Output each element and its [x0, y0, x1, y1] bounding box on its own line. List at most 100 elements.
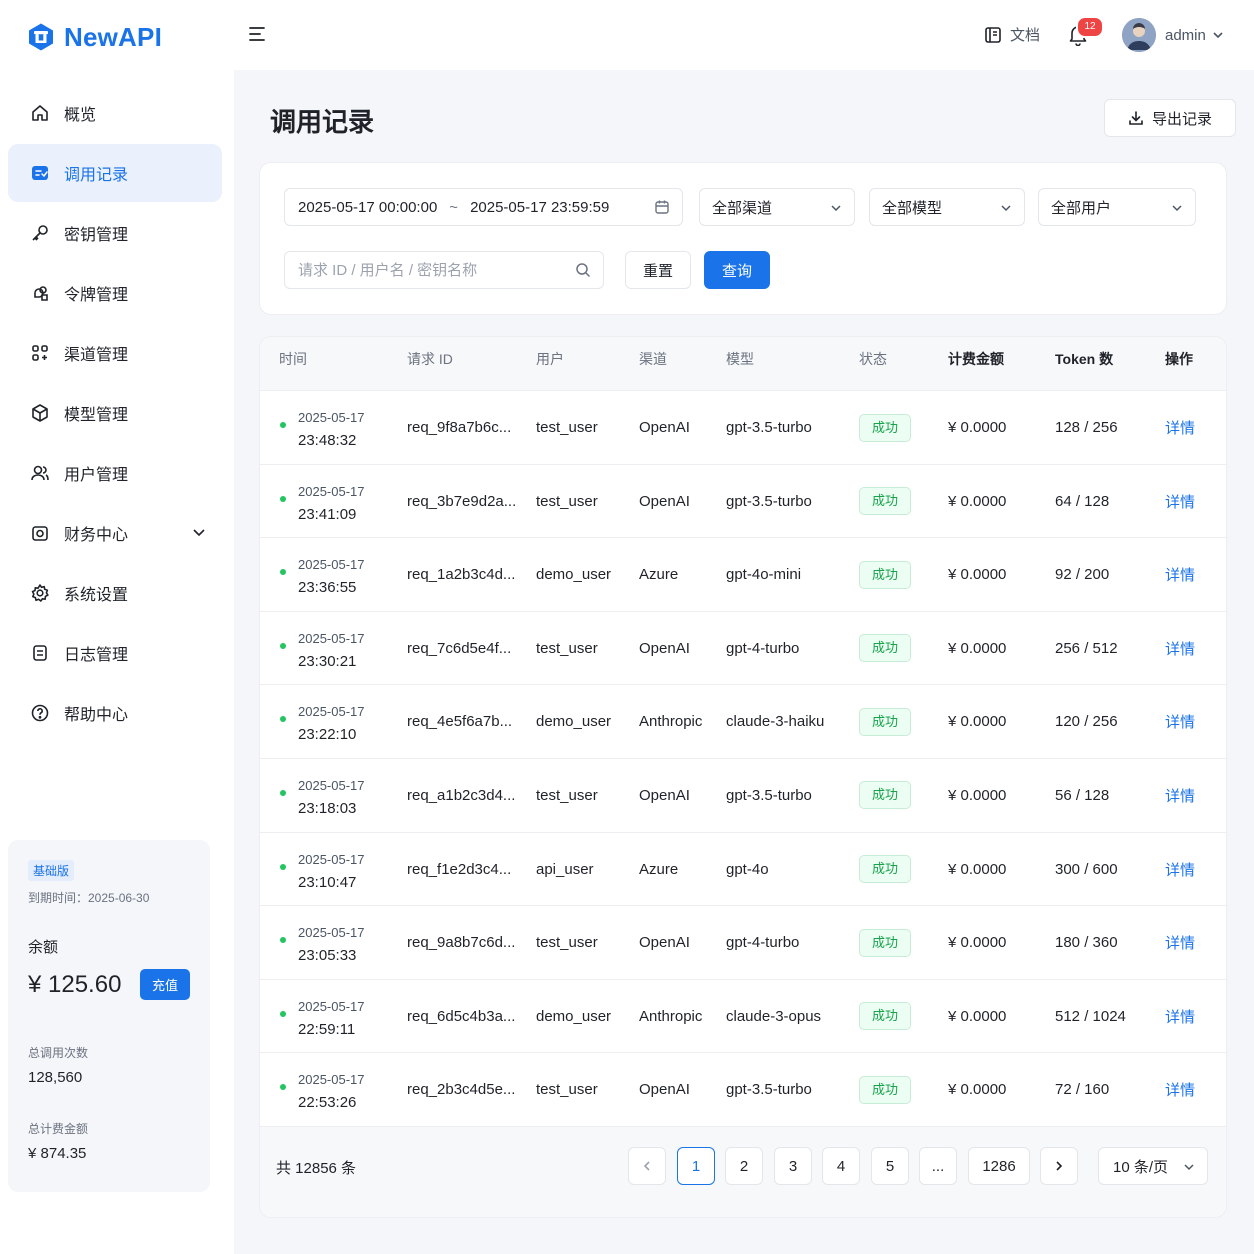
model-select-value: 全部模型 — [882, 199, 943, 217]
cell-clock-time: 23:18:03 — [298, 799, 357, 817]
cell-request-id: req_1a2b3c4d... — [407, 566, 516, 584]
cell-model: gpt-4-turbo — [726, 639, 800, 657]
channel-icon — [30, 343, 50, 363]
cell-request-id: req_a1b2c3d4... — [407, 786, 516, 804]
page-button-5[interactable]: 5 — [871, 1147, 909, 1185]
cell-actions: 详情 — [1165, 980, 1195, 1053]
cell-user: demo_user — [536, 1007, 612, 1025]
user-menu[interactable]: admin — [1122, 18, 1224, 52]
table-row[interactable]: 2025-05-17 23:36:55 req_1a2b3c4d... demo_us… — [260, 538, 1226, 612]
sidebar-item-users[interactable]: 用户管理 — [8, 444, 222, 502]
cell-clock-time: 23:10:47 — [298, 873, 357, 891]
column-header-time: 时间 — [279, 351, 307, 367]
table-row[interactable]: 2025-05-17 22:59:11 req_6d5c4b3a... demo_us… — [260, 980, 1226, 1054]
cell-actions: 详情 — [1165, 612, 1195, 685]
cell-amount: ¥ 0.0000 — [948, 713, 1007, 731]
user-select[interactable]: 全部用户 — [1038, 188, 1196, 226]
cell-actions: 详情 — [1165, 906, 1195, 979]
sidebar-item-logs[interactable]: 日志管理 — [8, 624, 222, 682]
cell-channel: OpenAI — [639, 786, 690, 804]
cell-time: 2025-05-17 23:48:32 — [298, 406, 365, 452]
table-row[interactable]: 2025-05-17 23:10:47 req_f1e2d3c4... api_use… — [260, 833, 1226, 907]
chevron-down-icon[interactable] — [192, 525, 206, 539]
export-button[interactable]: 导出记录 — [1104, 99, 1236, 137]
prev-page-button[interactable] — [628, 1147, 666, 1185]
cell-date: 2025-05-17 — [298, 998, 365, 1014]
cell-channel: OpenAI — [639, 419, 690, 436]
brand-logo[interactable]: NewAPI — [26, 20, 162, 54]
table-row[interactable]: 2025-05-17 23:30:21 req_7c6d5e4f... test_us… — [260, 612, 1226, 686]
recharge-button[interactable]: 充值 — [139, 969, 190, 1000]
menu-toggle-icon[interactable] — [248, 26, 266, 42]
details-link[interactable]: 详情 — [1165, 785, 1195, 806]
table-row[interactable]: 2025-05-17 22:53:26 req_2b3c4d5e... test_us… — [260, 1053, 1226, 1127]
cell-tokens: 120 / 256 — [1055, 713, 1118, 731]
cell-request-id: req_4e5f6a7b... — [407, 713, 513, 731]
page-button-2[interactable]: 2 — [725, 1147, 763, 1185]
table-row[interactable]: 2025-05-17 23:18:03 req_a1b2c3d4... test_us… — [260, 759, 1226, 833]
docs-link[interactable]: 文档 — [984, 24, 1040, 45]
page-button-3[interactable]: 3 — [774, 1147, 812, 1185]
details-link[interactable]: 详情 — [1165, 491, 1195, 512]
sidebar-item-tokens[interactable]: 令牌管理 — [8, 264, 222, 322]
sidebar-item-finance[interactable]: 财务中心 — [8, 504, 222, 562]
cell-request-id: req_9f8a7b6c... — [407, 419, 512, 436]
cell-clock-time: 22:53:26 — [298, 1094, 357, 1112]
help-icon — [30, 703, 50, 723]
sidebar-item-call-records[interactable]: 调用记录 — [8, 144, 222, 202]
sidebar-item-models[interactable]: 模型管理 — [8, 384, 222, 442]
details-link[interactable]: 详情 — [1165, 638, 1195, 659]
details-link[interactable]: 详情 — [1165, 1079, 1195, 1100]
finance-icon — [30, 523, 50, 543]
reset-button[interactable]: 重置 — [625, 251, 691, 289]
search-input[interactable] — [285, 252, 555, 288]
column-header-tokens: Token 数 — [1055, 351, 1114, 367]
channel-select[interactable]: 全部渠道 — [699, 188, 855, 226]
sidebar-item-label: 系统设置 — [64, 587, 129, 604]
details-link[interactable]: 详情 — [1165, 859, 1195, 880]
page-button-last[interactable]: 1286 — [968, 1147, 1030, 1185]
details-link[interactable]: 详情 — [1165, 1006, 1195, 1027]
page-button-1[interactable]: 1 — [677, 1147, 715, 1185]
details-link[interactable]: 详情 — [1165, 417, 1195, 438]
sidebar-item-label: 日志管理 — [64, 647, 129, 664]
sidebar-item-overview[interactable]: 概览 — [8, 84, 222, 142]
table-row[interactable]: 2025-05-17 23:05:33 req_9a8b7c6d... test_us… — [260, 906, 1226, 980]
sidebar-nav: 概览 调用记录 密钥管理 令牌管理 渠道管理 模型管理 用户管理 财务中心 系统… — [8, 84, 222, 744]
table-row[interactable]: 2025-05-17 23:22:10 req_4e5f6a7b... demo_us… — [260, 685, 1226, 759]
page-size-select[interactable]: 10 条/页 — [1098, 1147, 1208, 1185]
sidebar-item-channels[interactable]: 渠道管理 — [8, 324, 222, 382]
query-button[interactable]: 查询 — [704, 251, 770, 289]
total-cost-value: ¥ 874.35 — [28, 1145, 87, 1162]
sidebar-item-help[interactable]: 帮助中心 — [8, 684, 222, 742]
cell-model: claude-3-opus — [726, 1007, 822, 1025]
pagination-bar: 共 12856 条 1 2 3 4 5 ... 1286 10 条/页 — [260, 1127, 1226, 1217]
sidebar-item-label: 调用记录 — [64, 167, 129, 184]
sidebar-item-settings[interactable]: 系统设置 — [8, 564, 222, 622]
page-ellipsis[interactable]: ... — [919, 1147, 957, 1185]
cell-amount: ¥ 0.0000 — [948, 566, 1007, 584]
cell-user: test_user — [536, 492, 598, 510]
status-dot — [280, 569, 286, 576]
search-icon[interactable] — [575, 262, 591, 278]
cell-amount: ¥ 0.0000 — [948, 419, 1007, 436]
details-link[interactable]: 详情 — [1165, 564, 1195, 585]
details-link[interactable]: 详情 — [1165, 711, 1195, 732]
table-row[interactable]: 2025-05-17 23:41:09 req_3b7e9d2a... test_us… — [260, 465, 1226, 539]
date-range-picker[interactable]: 2025-05-17 00:00:00 ~ 2025-05-17 23:59:5… — [284, 188, 683, 226]
cell-actions: 详情 — [1165, 685, 1195, 758]
cell-actions: 详情 — [1165, 538, 1195, 611]
cell-actions: 详情 — [1165, 465, 1195, 538]
cell-date: 2025-05-17 — [298, 1072, 365, 1088]
cell-date: 2025-05-17 — [298, 777, 365, 793]
cell-model: gpt-3.5-turbo — [726, 786, 812, 804]
cell-model: gpt-3.5-turbo — [726, 1081, 812, 1099]
details-link[interactable]: 详情 — [1165, 932, 1195, 953]
table-row[interactable]: 2025-05-17 23:48:32 req_9f8a7b6c... test_us… — [260, 391, 1226, 465]
next-page-button[interactable] — [1040, 1147, 1078, 1185]
page-button-4[interactable]: 4 — [822, 1147, 860, 1185]
status-badge: 成功 — [859, 634, 911, 663]
model-select[interactable]: 全部模型 — [869, 188, 1025, 226]
sidebar-item-keys[interactable]: 密钥管理 — [8, 204, 222, 262]
cell-channel: OpenAI — [639, 492, 690, 510]
